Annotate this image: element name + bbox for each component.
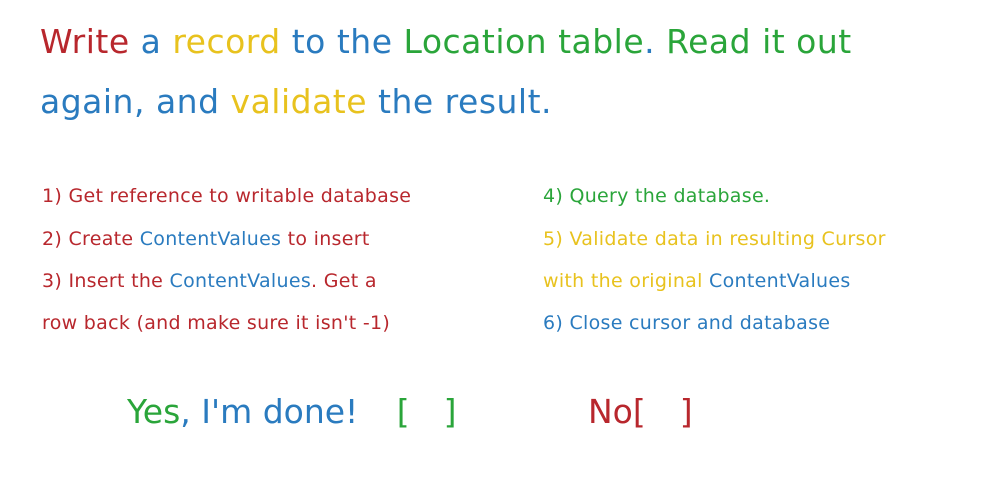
title-line-1-segment: to the — [280, 22, 404, 61]
step-4-segment: 4) Query the database. — [543, 185, 771, 207]
title-line-2-segment: the result. — [367, 82, 553, 121]
step-3-segment: ContentValues — [169, 270, 312, 292]
yes-checkbox[interactable]: [] — [397, 392, 457, 431]
title-line-1-segment: a — [129, 22, 173, 61]
title-line-1-segment: . — [644, 22, 667, 61]
yes-label-part-1: Yes — [127, 392, 181, 431]
yes-answer: Yes, I'm done! [] — [127, 392, 457, 431]
step-2-segment: ContentValues — [139, 228, 282, 250]
title-line-2-segment: validate — [230, 82, 368, 121]
title-line-1-segment: record — [172, 22, 281, 61]
step-5-continued-segment: ContentValues — [709, 270, 851, 292]
yes-label-part-2: , I'm done! — [180, 392, 359, 431]
title-line-1-segment: Write — [40, 22, 130, 61]
step-3: 3) Insert the ContentValues. Get a — [42, 270, 377, 292]
step-3-continued: row back (and make sure it isn't -1) — [42, 312, 390, 334]
title-line-2-segment: again — [40, 82, 134, 121]
step-3-segment: 3) Insert the — [42, 270, 170, 292]
step-2-segment: to insert — [281, 228, 370, 250]
step-6-segment: 6) Close cursor and database — [543, 312, 831, 334]
step-5: 5) Validate data in resulting Cursor — [543, 228, 886, 250]
no-checkbox[interactable]: [] — [633, 392, 693, 431]
title-line-1-segment: Read it out — [666, 22, 852, 61]
step-6: 6) Close cursor and database — [543, 312, 830, 334]
title-line-2-segment: , and — [133, 82, 231, 121]
step-5-continued-segment: with the original — [543, 270, 710, 292]
step-4: 4) Query the database. — [543, 185, 770, 207]
no-answer: No [] — [588, 392, 693, 431]
yes-checkbox-close-bracket: ] — [443, 392, 457, 431]
no-label: No — [588, 392, 633, 431]
step-5-segment: 5) Validate data in resulting Cursor — [543, 228, 886, 250]
step-1-segment: 1) Get reference to writable database — [42, 185, 412, 207]
title-line-1-segment: Location table — [403, 22, 645, 61]
step-5-continued: with the original ContentValues — [543, 270, 851, 292]
step-1: 1) Get reference to writable database — [42, 185, 411, 207]
no-checkbox-open-bracket: [ — [632, 392, 646, 431]
title-line-2: again, and validate the result. — [40, 82, 552, 121]
step-3-segment: . Get a — [311, 270, 377, 292]
step-2-segment: 2) Create — [42, 228, 140, 250]
step-3-continued-segment: row back (and make sure it isn't -1) — [42, 312, 391, 334]
yes-checkbox-open-bracket: [ — [396, 392, 410, 431]
title-line-1: Write a record to the Location table. Re… — [40, 22, 852, 61]
no-checkbox-close-bracket: ] — [679, 392, 693, 431]
step-2: 2) Create ContentValues to insert — [42, 228, 370, 250]
